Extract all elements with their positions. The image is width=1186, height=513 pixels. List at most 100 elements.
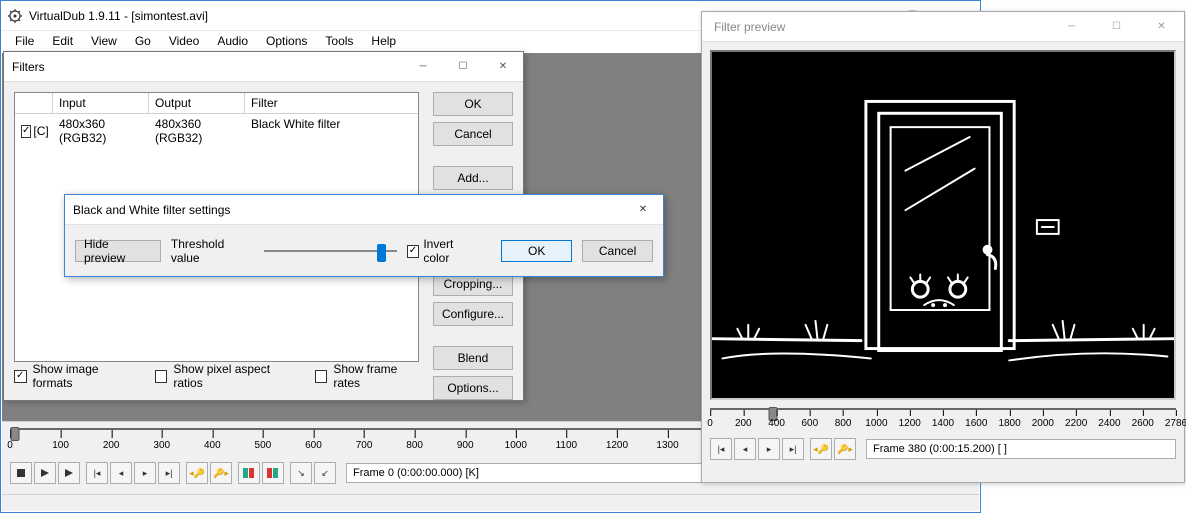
invert-color-checkbox[interactable]: Invert color [407,237,482,265]
ruler-tick: 1000 [505,440,527,451]
menu-file[interactable]: File [7,32,42,50]
scene-prev-button[interactable] [238,462,260,484]
stop-button[interactable] [10,462,32,484]
show-framerates-checkbox[interactable]: Show frame rates [315,362,423,390]
pw-key-next-button[interactable]: 🔑▸ [834,438,856,460]
ruler-tick: 200 [103,440,120,451]
menu-go[interactable]: Go [127,32,159,50]
pw-goto-end-button[interactable]: ▸| [782,438,804,460]
filters-blend-button[interactable]: Blend [433,346,513,370]
goto-end-button[interactable]: ▸| [158,462,180,484]
ruler-tick: 500 [255,440,272,451]
preview-image [712,52,1174,398]
timeline-playhead[interactable] [10,427,19,441]
bw-cancel-button[interactable]: Cancel [582,240,653,262]
pw-goto-start-button[interactable]: |◂ [710,438,732,460]
goto-start-button[interactable]: |◂ [86,462,108,484]
pw-step-forward-button[interactable]: ▸ [758,438,780,460]
slider-thumb[interactable] [377,244,386,262]
step-back-button[interactable]: ◂ [110,462,132,484]
filter-preview-window: Filter preview ─ ☐ ✕ [701,11,1185,483]
bw-close-button[interactable]: ✕ [623,195,663,224]
ruler-tick: 700 [356,440,373,451]
filters-configure-button[interactable]: Configure... [433,302,513,326]
filter-row[interactable]: [C] 480x360 (RGB32) 480x360 (RGB32) Blac… [15,114,418,148]
ruler-tick: 800 [406,440,423,451]
filters-maximize-button[interactable]: ☐ [443,52,483,81]
mark-in-button[interactable]: ↘ [290,462,312,484]
ruler-tick: 600 [802,418,819,429]
ruler-tick: 400 [204,440,221,451]
ruler-tick: 1600 [965,418,987,429]
show-par-checkbox[interactable]: Show pixel aspect ratios [155,362,297,390]
scene-next-button[interactable] [262,462,284,484]
statusbar [2,494,979,511]
ruler-tick: 300 [153,440,170,451]
filter-enabled-checkbox[interactable] [21,125,31,138]
filters-cancel-button[interactable]: Cancel [433,122,513,146]
ruler-tick: 1800 [998,418,1020,429]
ruler-tick: 1100 [556,440,578,451]
ruler-tick: 200 [735,418,752,429]
ruler-tick: 2786 [1165,418,1186,429]
ruler-tick: 0 [7,440,13,451]
key-next-button[interactable]: 🔑▸ [210,462,232,484]
filter-list-header: Input Output Filter [15,93,418,114]
preview-minimize-button[interactable]: ─ [1049,12,1094,41]
filters-options-button[interactable]: Options... [433,376,513,400]
preview-titlebar[interactable]: Filter preview ─ ☐ ✕ [702,12,1184,42]
show-image-formats-checkbox[interactable]: Show image formats [14,362,137,390]
menu-edit[interactable]: Edit [44,32,81,50]
app-icon [7,8,23,24]
threshold-label: Threshold value [171,237,255,265]
step-forward-button[interactable]: ▸ [134,462,156,484]
filter-name: Black White filter [245,116,418,146]
ruler-tick: 1000 [865,418,887,429]
filters-dialog-title: Filters [12,60,45,74]
filters-minimize-button[interactable]: ─ [403,52,443,81]
checkbox-icon [407,245,420,258]
preview-maximize-button[interactable]: ☐ [1094,12,1139,41]
pw-step-back-button[interactable]: ◂ [734,438,756,460]
ruler-tick: 900 [457,440,474,451]
filters-ok-button[interactable]: OK [433,92,513,116]
threshold-slider[interactable] [264,241,396,261]
checkbox-icon [155,370,168,383]
col-filter[interactable]: Filter [245,93,418,113]
ruler-tick: 2200 [1065,418,1087,429]
menu-view[interactable]: View [83,32,125,50]
preview-ruler[interactable]: 0200400600800100012001400160018002000220… [710,408,1176,434]
ruler-tick: 100 [52,440,69,451]
menu-options[interactable]: Options [258,32,315,50]
preview-frame-status: Frame 380 (0:00:15.200) [ ] [866,439,1176,459]
checkbox-icon [315,370,327,383]
bw-filter-settings-dialog: Black and White filter settings ✕ Hide p… [64,194,664,277]
bw-ok-button[interactable]: OK [501,240,572,262]
menu-audio[interactable]: Audio [209,32,256,50]
filters-add-button[interactable]: Add... [433,166,513,190]
preview-controls: |◂ ◂ ▸ ▸| ◂🔑 🔑▸ Frame 380 (0:00:15.200) … [702,436,1184,462]
ruler-tick: 600 [305,440,322,451]
mark-out-button[interactable]: ↙ [314,462,336,484]
menu-help[interactable]: Help [363,32,404,50]
key-prev-button[interactable]: ◂🔑 [186,462,208,484]
menu-tools[interactable]: Tools [317,32,361,50]
ruler-tick: 1200 [899,418,921,429]
ruler-tick: 2600 [1132,418,1154,429]
ruler-tick: 1300 [656,440,678,451]
play-input-button[interactable] [34,462,56,484]
ruler-tick: 0 [707,418,713,429]
play-output-button[interactable] [58,462,80,484]
ruler-tick: 1400 [932,418,954,429]
bw-dialog-titlebar[interactable]: Black and White filter settings ✕ [65,195,663,225]
filters-dialog-titlebar[interactable]: Filters ─ ☐ ✕ [4,52,523,82]
filter-output: 480x360 (RGB32) [149,116,245,146]
filters-close-button[interactable]: ✕ [483,52,523,81]
pw-key-prev-button[interactable]: ◂🔑 [810,438,832,460]
menu-video[interactable]: Video [161,32,207,50]
hide-preview-button[interactable]: Hide preview [75,240,161,262]
preview-close-button[interactable]: ✕ [1139,12,1184,41]
col-input[interactable]: Input [53,93,149,113]
col-output[interactable]: Output [149,93,245,113]
ruler-tick: 1200 [606,440,628,451]
